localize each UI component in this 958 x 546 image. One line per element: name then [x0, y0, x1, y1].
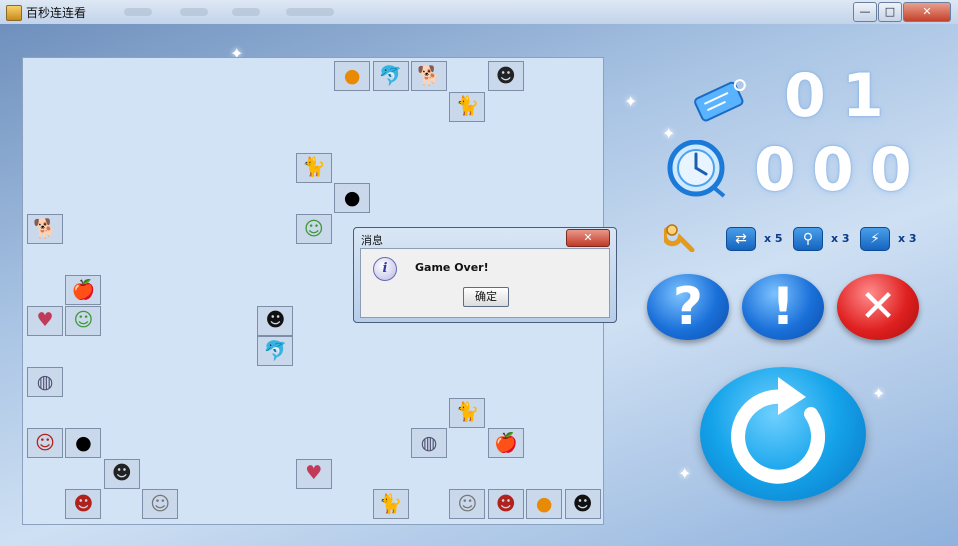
cook-icon: ☺ — [457, 492, 478, 515]
tile-dolphin[interactable]: 🐬 — [372, 61, 409, 91]
devil-icon: ☻ — [265, 309, 286, 332]
sparkle-decoration: ✦ — [624, 92, 638, 111]
level-digit-2: 1 — [842, 61, 884, 131]
maximize-button[interactable]: □ — [878, 2, 902, 22]
ufo-icon: ◍ — [420, 431, 438, 454]
dialog-body: i Game Over! 确定 — [360, 248, 610, 318]
dialog-message: Game Over! — [415, 261, 489, 274]
minimize-button[interactable]: — — [853, 2, 877, 22]
tile-apple[interactable]: 🍎 — [487, 428, 524, 459]
time-digit-1: 0 — [754, 135, 796, 205]
level-digit-1: 0 — [784, 61, 826, 131]
time-digit-2: 0 — [812, 135, 854, 205]
tile-cook[interactable]: ☺ — [449, 489, 486, 520]
tile-orange[interactable]: ● — [334, 61, 371, 91]
dog-icon: 🐕 — [33, 217, 57, 240]
window-title-bar: 百秒连连看 — □ ✕ — [0, 0, 958, 25]
ghost-icon: ☻ — [495, 64, 516, 87]
close-button[interactable]: ✕ — [903, 2, 951, 22]
tile-ghost[interactable]: ☻ — [487, 61, 524, 91]
devil-icon: ☻ — [572, 492, 593, 515]
hint-prop-count: x 3 — [831, 232, 850, 245]
tile-ghost[interactable]: ☻ — [103, 458, 140, 489]
guy-icon: ☺ — [35, 431, 55, 454]
ring-icon: ♥ — [305, 462, 323, 485]
refresh-prop-button[interactable]: ⇄ — [726, 227, 756, 251]
menu-item-1[interactable] — [124, 8, 152, 16]
app-icon — [6, 5, 22, 21]
level-tag-icon — [694, 79, 746, 122]
restart-icon — [731, 377, 826, 484]
dolphin-icon: 🐬 — [378, 64, 403, 87]
tile-orange[interactable]: ● — [526, 489, 563, 520]
cat-icon: 🐈 — [455, 95, 480, 118]
guy-icon: ☻ — [73, 492, 94, 515]
message-dialog: 消息 ✕ i Game Over! 确定 — [353, 227, 617, 323]
refresh-prop-count: x 5 — [764, 232, 783, 245]
tile-dog[interactable]: 🐕 — [27, 214, 63, 244]
ghost-icon: ☻ — [111, 462, 132, 485]
tile-dolphin[interactable]: 🐬 — [257, 336, 294, 367]
dialog-title: 消息 — [361, 234, 383, 247]
time-digit-3: 0 — [870, 135, 912, 205]
dolphin-icon: 🐬 — [263, 339, 288, 362]
tile-guy[interactable]: ☻ — [65, 489, 102, 520]
help-button[interactable]: ? — [647, 274, 729, 340]
tile-guy[interactable]: ☻ — [487, 489, 524, 520]
menu-item-2[interactable] — [180, 8, 208, 16]
exit-game-button[interactable]: ✕ — [837, 274, 919, 340]
tile-bomb[interactable]: ● — [65, 428, 102, 459]
bomb-prop-button[interactable]: ⚡ — [860, 227, 890, 251]
info-icon: i — [373, 257, 397, 281]
sparkle-decoration: ✦ — [872, 384, 886, 403]
wrench-icon — [664, 224, 695, 252]
tile-cat[interactable]: 🐈 — [449, 91, 486, 122]
dialog-close-button[interactable]: ✕ — [566, 229, 610, 247]
tile-guy[interactable]: ☺ — [27, 428, 63, 459]
tile-ring[interactable]: ♥ — [27, 305, 63, 336]
tile-alien[interactable]: ☺ — [65, 305, 102, 336]
menu-item-4[interactable] — [286, 8, 334, 16]
apple-icon: 🍎 — [71, 278, 96, 301]
apple-icon: 🍎 — [493, 431, 518, 454]
hint-prop-button[interactable]: ⚲ — [793, 227, 823, 251]
bomb-icon: ● — [343, 186, 361, 209]
alien-icon: ☺ — [303, 217, 324, 240]
guy-icon: ☻ — [495, 492, 516, 515]
tip-button[interactable]: ! — [742, 274, 824, 340]
tile-devil[interactable]: ☻ — [564, 489, 601, 520]
kitty-icon: 🐈 — [378, 492, 403, 515]
tile-ufo[interactable]: ◍ — [411, 428, 447, 459]
orange-icon: ● — [535, 492, 553, 515]
ring-icon: ♥ — [36, 309, 54, 332]
tile-devil[interactable]: ☻ — [257, 305, 294, 336]
tile-ufo[interactable]: ◍ — [27, 367, 63, 397]
sparkle-decoration: ✦ — [678, 464, 692, 483]
menu-item-3[interactable] — [232, 8, 260, 16]
kitty-icon: 🐈 — [301, 156, 326, 179]
cat-icon: 🐈 — [455, 401, 480, 424]
tile-kitty[interactable]: 🐈 — [295, 152, 332, 183]
tile-cook[interactable]: ☺ — [142, 489, 179, 520]
clock-icon — [667, 140, 726, 198]
tile-kitty[interactable]: 🐈 — [372, 489, 409, 520]
tile-apple[interactable]: 🍎 — [65, 275, 102, 306]
cook-icon: ☺ — [150, 492, 171, 515]
alien-icon: ☺ — [73, 309, 94, 332]
window-title: 百秒连连看 — [26, 6, 87, 20]
dog-icon: 🐕 — [417, 64, 441, 87]
tile-bomb[interactable]: ● — [334, 183, 371, 214]
restart-button[interactable] — [700, 367, 866, 501]
bomb-prop-count: x 3 — [898, 232, 917, 245]
orange-icon: ● — [343, 64, 361, 87]
tile-ring[interactable]: ♥ — [295, 458, 332, 489]
bomb-icon: ● — [75, 431, 92, 454]
ok-button[interactable]: 确定 — [463, 287, 509, 307]
tile-cat[interactable]: 🐈 — [449, 397, 486, 428]
tile-alien[interactable]: ☺ — [295, 214, 332, 244]
ufo-icon: ◍ — [36, 370, 54, 393]
tile-dog[interactable]: 🐕 — [411, 61, 447, 91]
